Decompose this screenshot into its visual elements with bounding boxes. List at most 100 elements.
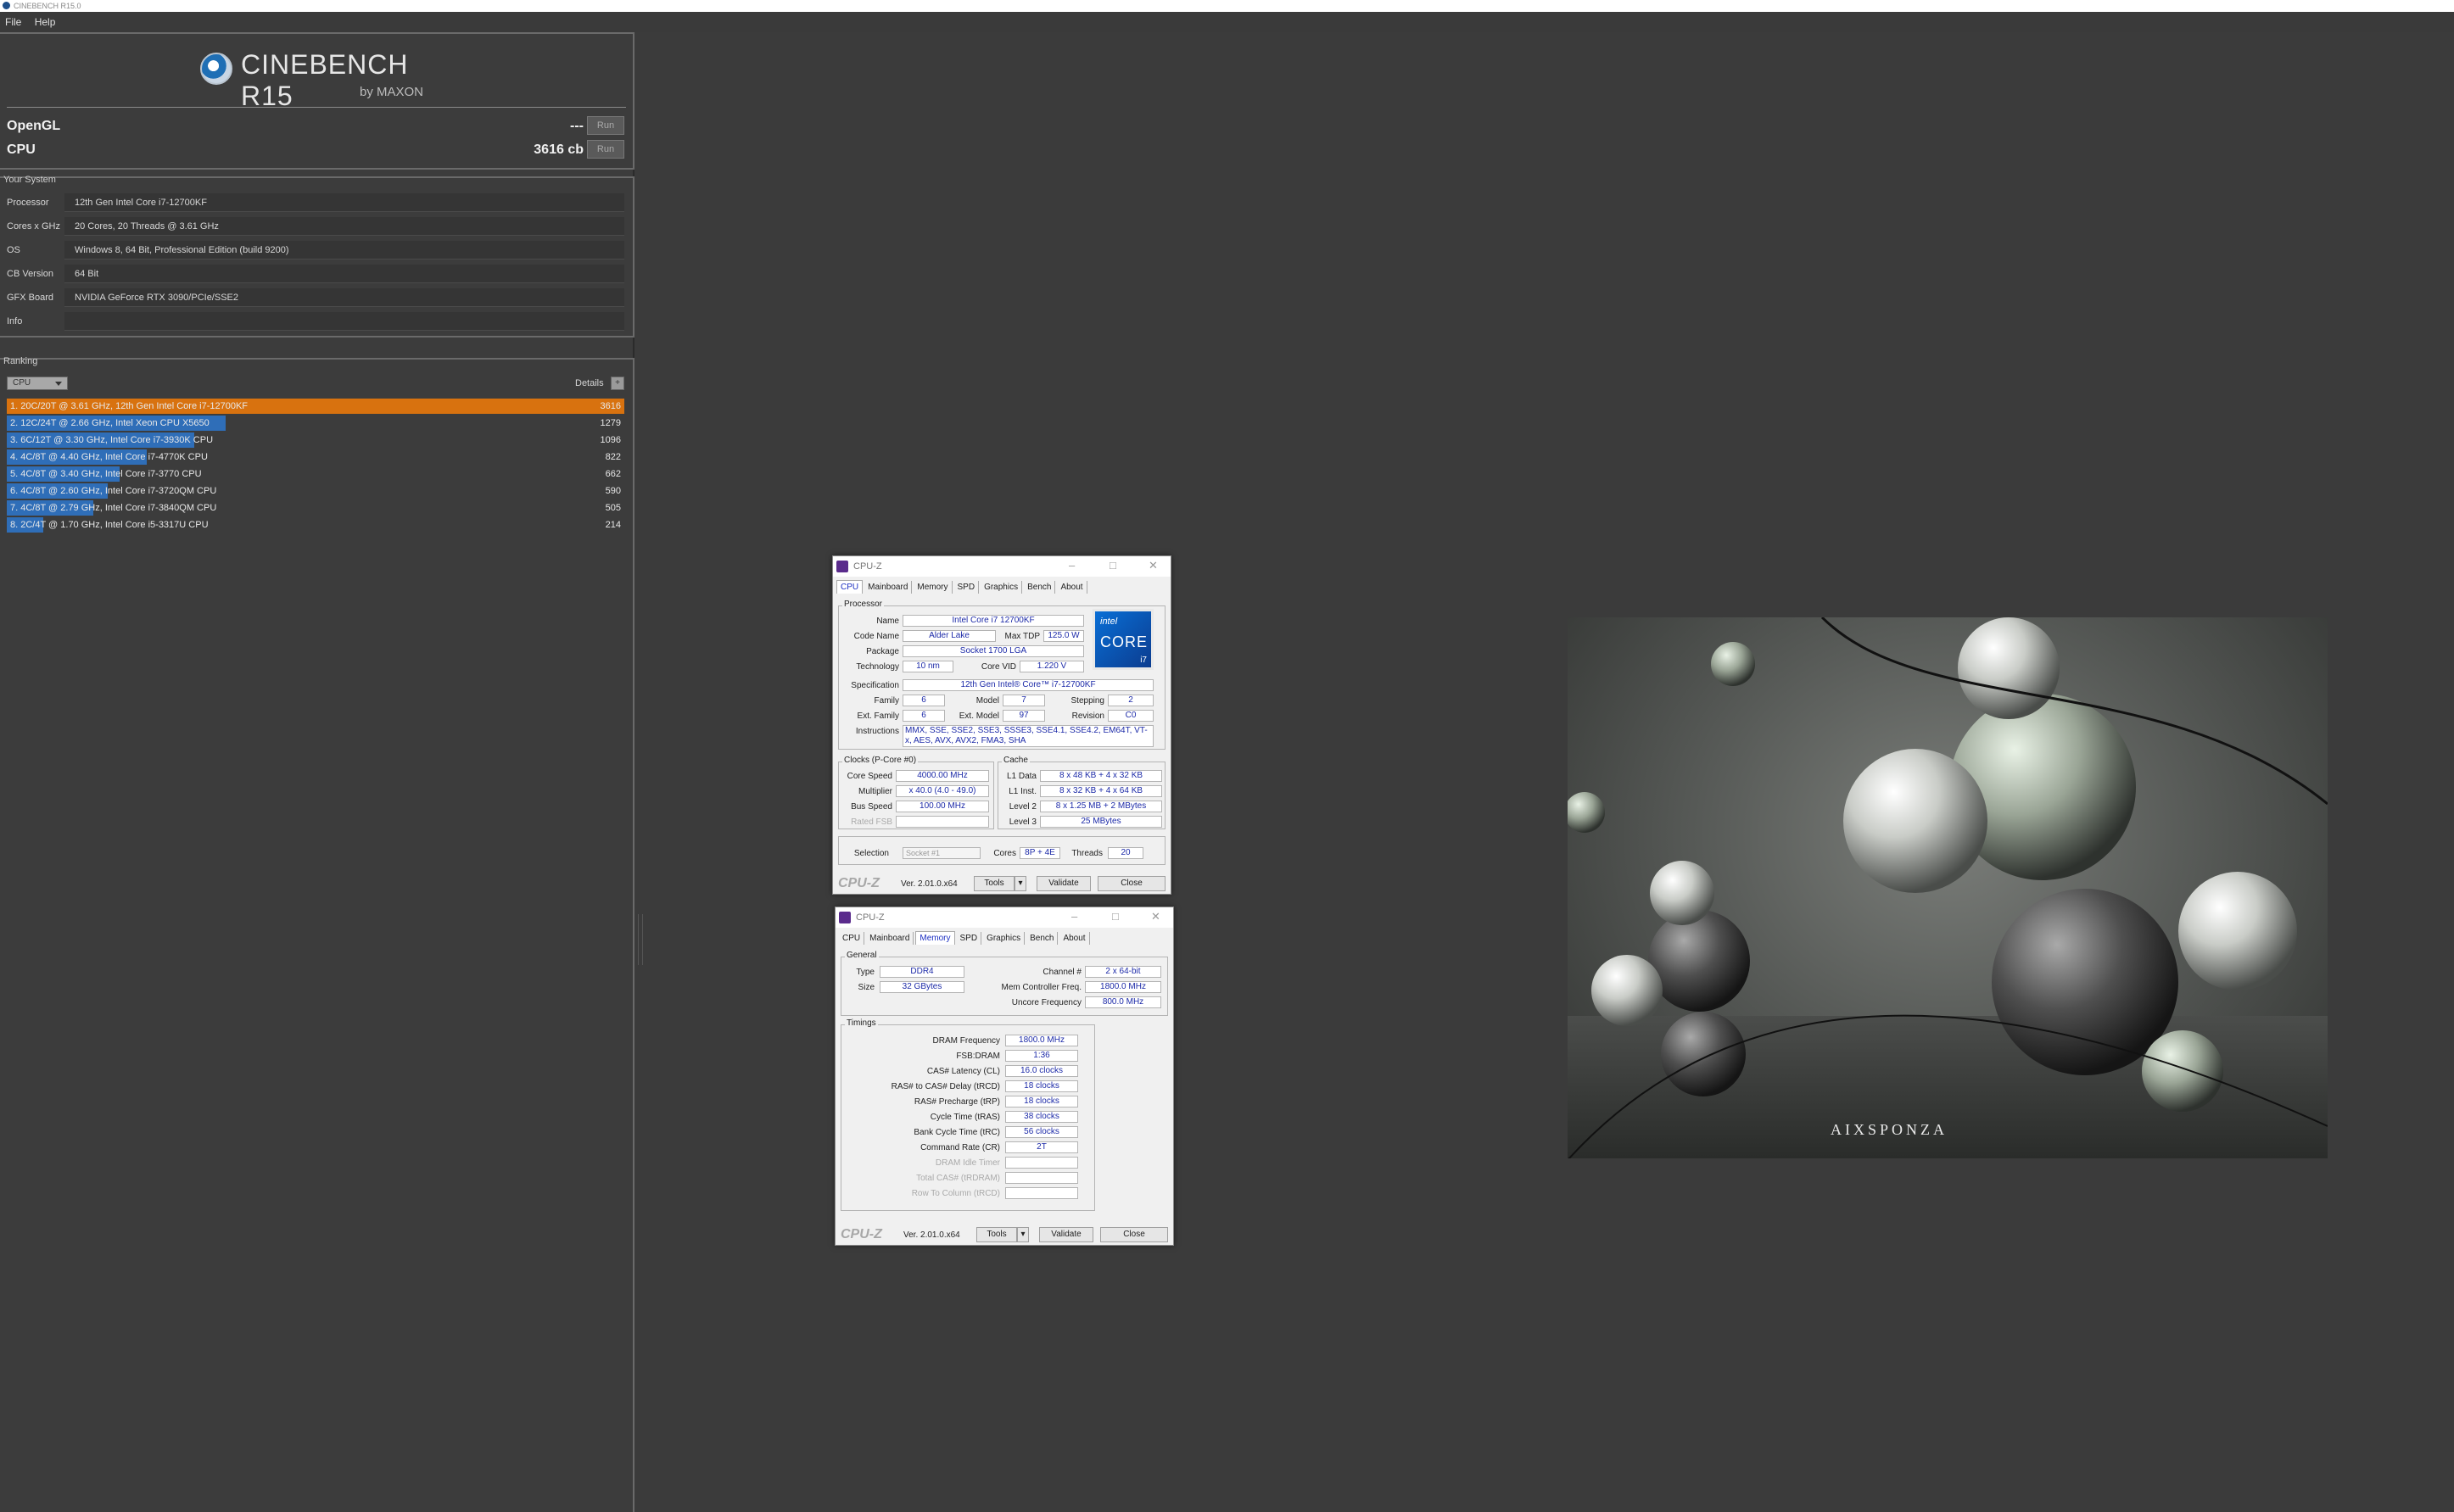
tab-cpu[interactable]: CPU (839, 932, 865, 945)
cpu-run-button[interactable]: Run (587, 140, 624, 159)
system-section-label: Your System (3, 175, 56, 185)
cpuz-titlebar: CPU-Z – □ ✕ (833, 556, 1171, 577)
timing-label: RAS# to CAS# Delay (tRCD) (891, 1082, 1000, 1091)
ranking-type-dropdown[interactable]: CPU (7, 377, 68, 390)
tab-mainboard[interactable]: Mainboard (864, 581, 913, 594)
cpuz-tabs: CPU Mainboard Memory SPD Graphics Bench About (839, 931, 1092, 946)
ranking-row[interactable]: 5. 4C/8T @ 3.40 GHz, Intel Core i7-3770 … (7, 466, 624, 482)
ranking-label: 3. 6C/12T @ 3.30 GHz, Intel Core i7-3930… (10, 435, 214, 445)
cores-value: 8P + 4E (1020, 847, 1060, 859)
tab-about[interactable]: About (1057, 581, 1087, 594)
tab-bench[interactable]: Bench (1024, 581, 1056, 594)
ranking-row[interactable]: 8. 2C/4T @ 1.70 GHz, Intel Core i5-3317U… (7, 517, 624, 533)
timing-value (1005, 1187, 1078, 1199)
ranking-score: 590 (605, 486, 621, 496)
opengl-score-row: OpenGL --- Run (7, 115, 626, 137)
minimize-icon[interactable]: – (1071, 910, 1077, 923)
ranking-row[interactable]: 7. 4C/8T @ 2.79 GHz, Intel Core i7-3840Q… (7, 500, 624, 516)
ranking-row[interactable]: 3. 6C/12T @ 3.30 GHz, Intel Core i7-3930… (7, 432, 624, 448)
type-value: DDR4 (880, 966, 964, 978)
timing-value (1005, 1157, 1078, 1169)
ranking-row[interactable]: 2. 12C/24T @ 2.66 GHz, Intel Xeon CPU X5… (7, 416, 624, 431)
instructions-value: MMX, SSE, SSE2, SSE3, SSSE3, SSE4.1, SSE… (903, 725, 1154, 747)
ranking-label: 4. 4C/8T @ 4.40 GHz, Intel Core i7-4770K… (10, 452, 208, 462)
name-label: Name (876, 617, 899, 626)
close-icon[interactable]: ✕ (1151, 910, 1160, 923)
menu-help[interactable]: Help (30, 12, 61, 32)
right-sphere (2178, 872, 2297, 990)
cpuz-title: CPU-Z (853, 561, 882, 572)
menu-file[interactable]: File (0, 12, 26, 32)
spec-label: Specification (851, 681, 899, 690)
maximize-icon[interactable]: □ (1112, 910, 1119, 923)
cache-group-label: Cache (1002, 756, 1030, 765)
timing-label: Bank Cycle Time (tRC) (914, 1128, 1000, 1137)
tab-about[interactable]: About (1059, 932, 1090, 945)
tab-cpu[interactable]: CPU (836, 580, 864, 594)
level3-value: 25 MBytes (1040, 816, 1162, 828)
system-row-cb-version: CB Version 64 Bit (7, 265, 626, 283)
l1inst-value: 8 x 32 KB + 4 x 64 KB (1040, 785, 1162, 797)
cpuz-footer: CPU-Z Ver. 2.01.0.x64 Tools ▾ Validate C… (833, 873, 1171, 894)
multiplier-label: Multiplier (858, 787, 892, 796)
ranking-label: 1. 20C/20T @ 3.61 GHz, 12th Gen Intel Co… (10, 401, 249, 411)
cpu-score: 3616 cb (534, 142, 584, 157)
tab-memory[interactable]: Memory (914, 581, 953, 594)
ranking-score: 662 (605, 469, 621, 479)
tab-graphics[interactable]: Graphics (983, 932, 1026, 945)
technology-label: Technology (856, 662, 899, 672)
corespeed-label: Core Speed (847, 772, 892, 781)
minimize-icon[interactable]: – (1069, 559, 1075, 572)
family-label: Family (874, 696, 899, 706)
close-button[interactable]: Close (1100, 1227, 1168, 1242)
tools-dropdown-icon[interactable]: ▾ (1017, 1227, 1029, 1242)
cpuz-tabs: CPU Mainboard Memory SPD Graphics Bench About (836, 580, 1089, 595)
details-button[interactable]: + (611, 377, 624, 390)
render-scene: AIXSPONZA (1568, 617, 2328, 1158)
tab-spd[interactable]: SPD (957, 932, 982, 945)
validate-button[interactable]: Validate (1039, 1227, 1093, 1242)
timing-label: Total CAS# (tRDRAM) (916, 1174, 1000, 1183)
ranking-label: 6. 4C/8T @ 2.60 GHz, Intel Core i7-3720Q… (10, 486, 217, 496)
intel-core-i7-logo: intel CORE i7 (1093, 609, 1154, 670)
ratedfsb-label: Rated FSB (851, 817, 892, 827)
timing-label: CAS# Latency (CL) (926, 1067, 1000, 1076)
type-label: Type (856, 968, 875, 977)
timing-value: 16.0 clocks (1005, 1065, 1078, 1077)
maximize-icon[interactable]: □ (1110, 559, 1116, 572)
cpu-label: CPU (7, 142, 36, 157)
ranking-row[interactable]: 4. 4C/8T @ 4.40 GHz, Intel Core i7-4770K… (7, 449, 624, 465)
system-value: NVIDIA GeForce RTX 3090/PCIe/SSE2 (64, 288, 624, 307)
divider (7, 107, 626, 108)
panel-splitter-handle[interactable] (638, 914, 643, 965)
timing-label: Row To Column (tRCD) (911, 1189, 1000, 1198)
package-value: Socket 1700 LGA (903, 645, 1084, 657)
opengl-label: OpenGL (7, 119, 61, 133)
tab-bench[interactable]: Bench (1026, 932, 1059, 945)
tab-memory[interactable]: Memory (915, 931, 955, 945)
opengl-run-button[interactable]: Run (587, 116, 624, 135)
ranking-row[interactable]: 6. 4C/8T @ 2.60 GHz, Intel Core i7-3720Q… (7, 483, 624, 499)
tools-button[interactable]: Tools (976, 1227, 1017, 1242)
timing-label: Cycle Time (tRAS) (930, 1113, 1000, 1122)
ranking-row[interactable]: 1. 20C/20T @ 3.61 GHz, 12th Gen Intel Co… (7, 399, 624, 414)
revision-label: Revision (1071, 711, 1104, 721)
family-value: 6 (903, 695, 945, 706)
close-icon[interactable]: ✕ (1149, 559, 1158, 572)
tools-button[interactable]: Tools (974, 876, 1015, 891)
bottom-right-sphere (2142, 1030, 2223, 1112)
tab-mainboard[interactable]: Mainboard (866, 932, 914, 945)
tab-graphics[interactable]: Graphics (981, 581, 1023, 594)
tools-dropdown-icon[interactable]: ▾ (1015, 876, 1026, 891)
memctrl-value: 1800.0 MHz (1085, 981, 1161, 993)
close-button[interactable]: Close (1098, 876, 1166, 891)
validate-button[interactable]: Validate (1037, 876, 1091, 891)
tab-spd[interactable]: SPD (954, 581, 980, 594)
codename-label: Code Name (853, 632, 899, 641)
info-input[interactable] (64, 312, 624, 331)
intel-core-text: CORE (1100, 633, 1149, 650)
intel-brand-text: intel (1100, 617, 1118, 627)
socket-select[interactable]: Socket #1 (903, 847, 981, 859)
ranking-label: 7. 4C/8T @ 2.79 GHz, Intel Core i7-3840Q… (10, 503, 217, 513)
ranking-score: 1096 (600, 435, 621, 445)
